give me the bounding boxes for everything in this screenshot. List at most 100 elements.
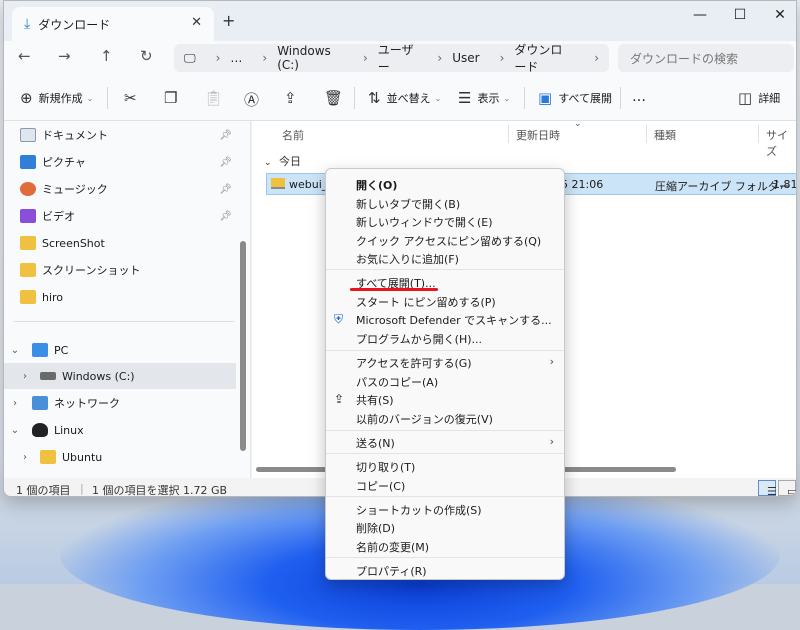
column-header-name[interactable]: 名前 [282,127,304,143]
details-view-button[interactable]: ☰ [758,480,777,496]
sort-button[interactable]: ⇅ 並べ替え ⌄ [368,89,441,107]
chevron-right-icon[interactable]: › [18,452,32,463]
chevron-right-icon[interactable]: › [18,371,32,382]
column-header-size[interactable]: サイズ [766,127,796,159]
maximize-button[interactable]: ☐ [720,7,760,23]
breadcrumb-drive[interactable]: Windows (C:) [277,44,343,72]
tiles-view-button[interactable]: ▭ [778,480,796,496]
group-header-today[interactable]: ⌄ 今日 [264,153,301,169]
breadcrumb-users[interactable]: ユーザー [378,41,418,75]
sidebar-item-pc[interactable]: ⌄ PC [4,337,236,363]
pin-icon[interactable]: 📌︎ [219,130,232,141]
new-tab-button[interactable]: + [222,11,235,30]
chevron-right-icon: › [549,355,554,368]
menu-item-restore-versions[interactable]: 以前のバージョンの復元(V) [326,411,564,429]
sidebar-item-videos[interactable]: ビデオ 📌︎ [4,203,236,229]
sidebar-item-network[interactable]: › ネットワーク [4,390,236,416]
delete-button[interactable]: 🗑︎ [324,89,349,107]
close-tab-icon[interactable]: ✕ [191,15,202,30]
sidebar-item-music[interactable]: ミュージック 📌︎ [4,176,236,202]
sidebar-item-screenshot[interactable]: ScreenShot [4,230,236,256]
chevron-down-icon: ⌄ [503,93,511,103]
column-divider [758,125,759,143]
menu-item-cut[interactable]: 切り取り(T) [326,459,564,477]
chevron-right-icon: › [549,435,554,448]
paste-button[interactable]: 📋︎ [204,89,229,107]
sidebar-item-linux[interactable]: ⌄ Linux [4,417,236,443]
paste-icon: 📋︎ [204,89,224,107]
sidebar-item-documents[interactable]: ドキュメント 📌︎ [4,122,236,148]
copy-button[interactable]: ❐ [164,89,183,107]
share-icon: ⇪ [284,89,297,107]
menu-item-pin-start[interactable]: スタート にピン留めする(P) [326,294,564,312]
refresh-button[interactable]: ↻ [140,47,153,65]
breadcrumb-ellipsis[interactable]: … [230,51,242,65]
context-menu: 開く(O) 新しいタブで開く(B) 新しいウィンドウで開く(E) クイック アク… [325,168,565,580]
share-button[interactable]: ⇪ [284,89,303,107]
menu-item-share[interactable]: ⇪ 共有(S) [326,392,564,410]
sidebar-item-label: スクリーンショット [42,264,141,277]
menu-item-pin-quick-access[interactable]: クイック アクセスにピン留めする(Q) [326,233,564,251]
chevron-down-icon[interactable]: ⌄ [8,345,22,356]
view-label: 表示 [477,92,500,105]
menu-item-create-shortcut[interactable]: ショートカットの作成(S) [326,502,564,520]
folder-icon [20,263,36,277]
sidebar-item-ubuntu[interactable]: › Ubuntu [4,444,236,470]
menu-item-open-new-window[interactable]: 新しいウィンドウで開く(E) [326,214,564,232]
sidebar-item-label: ネットワーク [54,397,120,410]
sort-indicator-icon: ⌄ [574,119,582,129]
address-bar[interactable]: 🖵 › … › Windows (C:) › ユーザー › User › ダウン… [174,41,609,75]
menu-separator [326,269,564,270]
breadcrumb-user[interactable]: User [452,51,479,65]
menu-item-defender-scan[interactable]: ⛨ Microsoft Defender でスキャンする... [326,312,564,330]
chevron-right-icon[interactable]: › [8,398,22,409]
menu-item-copy-path[interactable]: パスのコピー(A) [326,374,564,392]
chevron-right-icon: › [437,51,443,65]
details-button[interactable]: ◫ 詳細 [738,89,780,107]
back-button[interactable]: ← [18,47,31,65]
rename-button[interactable]: Ⓐ [244,89,265,110]
download-icon: ⤓ [24,16,31,32]
file-size: 1,813, [773,178,797,191]
menu-item-open[interactable]: 開く(O) [326,177,564,195]
menu-item-send-to[interactable]: 送る(N) › [326,435,564,453]
tab-title: ダウンロード [38,17,111,32]
pin-icon[interactable]: 📌︎ [219,211,232,222]
sidebar-item-label: ドキュメント [42,129,108,142]
trash-icon: 🗑︎ [324,89,344,107]
menu-item-grant-access[interactable]: アクセスを許可する(G) › [326,355,564,373]
sidebar-item-pictures[interactable]: ピクチャ 📌︎ [4,149,236,175]
chevron-down-icon[interactable]: ⌄ [8,425,22,436]
menu-item-delete[interactable]: 削除(D) [326,520,564,538]
sidebar-item-hiro[interactable]: hiro [4,284,236,310]
pc-icon: 🖵 [184,50,196,65]
column-header-type[interactable]: 種類 [654,127,676,143]
menu-item-add-favorite[interactable]: お気に入りに追加(F) [326,251,564,269]
cut-button[interactable]: ✂ [124,89,143,107]
sidebar-item-screenshots-jp[interactable]: スクリーンショット [4,257,236,283]
up-button[interactable]: ↑ [100,47,113,65]
sidebar-scrollbar[interactable] [240,241,246,451]
chevron-right-icon: › [594,51,599,65]
column-header-date[interactable]: 更新日時 [516,127,560,143]
minimize-button[interactable]: — [680,7,720,23]
more-button[interactable]: … [632,89,646,105]
extract-all-button[interactable]: ▣ すべて展開 [538,89,612,107]
menu-item-copy[interactable]: コピー(C) [326,478,564,496]
tab-downloads[interactable]: ⤓ ダウンロード ✕ [12,7,214,41]
view-button[interactable]: ☰ 表示 ⌄ [458,89,510,107]
new-button[interactable]: ⊕ 新規作成 ⌄ [20,89,93,107]
pin-icon[interactable]: 📌︎ [219,184,232,195]
menu-item-open-new-tab[interactable]: 新しいタブで開く(B) [326,196,564,214]
search-input[interactable]: ダウンロードの検索 [618,44,794,72]
menu-item-open-with[interactable]: プログラムから開く(H)... [326,331,564,349]
sidebar-item-windows-c[interactable]: › Windows (C:) [4,363,236,389]
extract-all-label: すべて展開 [558,92,612,105]
close-window-button[interactable]: ✕ [760,7,796,23]
forward-button[interactable]: → [58,47,71,65]
menu-item-properties[interactable]: プロパティ(R) [326,563,564,581]
menu-item-rename[interactable]: 名前の変更(M) [326,539,564,557]
pin-icon[interactable]: 📌︎ [219,157,232,168]
music-icon [20,182,36,196]
breadcrumb-downloads[interactable]: ダウンロード [514,41,574,75]
